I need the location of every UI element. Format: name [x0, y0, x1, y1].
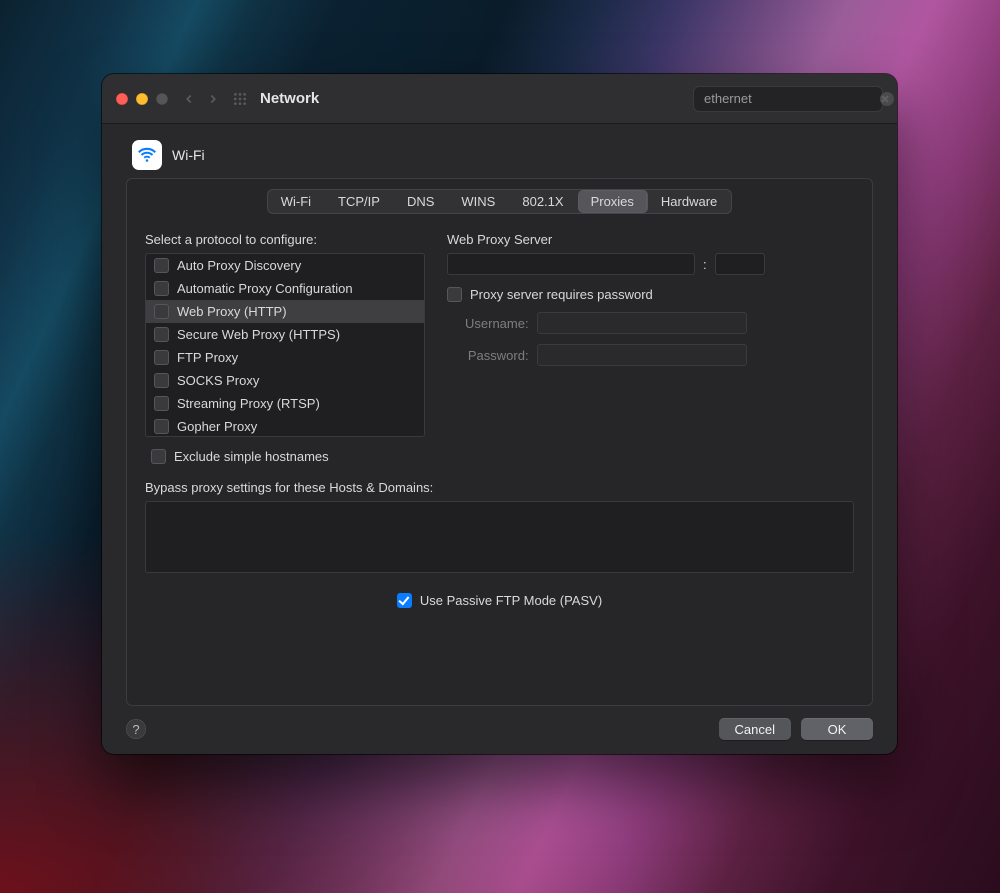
content-area: Wi-Fi Wi-FiTCP/IPDNSWINS802.1XProxiesHar… [102, 124, 897, 754]
interface-header: Wi-Fi [126, 140, 873, 170]
protocol-checkbox[interactable] [154, 258, 169, 273]
dialog-footer: ? Cancel OK [126, 718, 873, 740]
protocol-checkbox[interactable] [154, 350, 169, 365]
chevron-right-icon [206, 92, 220, 106]
pasv-label: Use Passive FTP Mode (PASV) [420, 593, 602, 608]
tab-tcp-ip[interactable]: TCP/IP [325, 190, 394, 213]
protocol-row[interactable]: SOCKS Proxy [146, 369, 424, 392]
proxy-port-input[interactable] [715, 253, 765, 275]
proxies-columns: Select a protocol to configure: Auto Pro… [145, 232, 854, 464]
grid-icon [232, 91, 248, 107]
proxy-details-column: Web Proxy Server : Proxy server requires… [447, 232, 854, 464]
protocol-checkbox[interactable] [154, 373, 169, 388]
clear-search-button[interactable] [880, 92, 894, 106]
requires-password-checkbox[interactable] [447, 287, 462, 302]
requires-password-label: Proxy server requires password [470, 287, 653, 302]
search-input[interactable] [704, 91, 880, 106]
username-label: Username: [465, 316, 529, 331]
protocol-label: Secure Web Proxy (HTTPS) [177, 327, 340, 342]
tab-wi-fi[interactable]: Wi-Fi [268, 190, 325, 213]
protocol-row[interactable]: Secure Web Proxy (HTTPS) [146, 323, 424, 346]
x-icon [880, 92, 890, 106]
window-title: Network [260, 90, 319, 107]
protocol-column: Select a protocol to configure: Auto Pro… [145, 232, 425, 464]
tab-wins[interactable]: WINS [448, 190, 509, 213]
protocol-label: FTP Proxy [177, 350, 238, 365]
protocol-list[interactable]: Auto Proxy Discovery Automatic Proxy Conf… [145, 253, 425, 437]
protocol-checkbox[interactable] [154, 419, 169, 434]
protocol-row[interactable]: Web Proxy (HTTP) [146, 300, 424, 323]
nav-arrows [182, 92, 220, 106]
proxy-server-label: Web Proxy Server [447, 232, 854, 247]
back-button[interactable] [182, 92, 196, 106]
protocol-label: Streaming Proxy (RTSP) [177, 396, 320, 411]
ok-button[interactable]: OK [801, 718, 873, 740]
requires-password-row[interactable]: Proxy server requires password [447, 287, 854, 302]
tab-proxies[interactable]: Proxies [578, 190, 648, 213]
protocol-label: SOCKS Proxy [177, 373, 259, 388]
protocol-checkbox[interactable] [154, 396, 169, 411]
tab-hardware[interactable]: Hardware [648, 190, 731, 213]
wifi-glyph-icon [136, 144, 158, 166]
tab-dns[interactable]: DNS [394, 190, 448, 213]
show-all-button[interactable] [232, 91, 248, 107]
tab-802-1x[interactable]: 802.1X [509, 190, 577, 213]
protocol-label: Web Proxy (HTTP) [177, 304, 287, 319]
host-port-separator: : [701, 257, 709, 272]
protocol-label: Automatic Proxy Configuration [177, 281, 353, 296]
settings-panel: Wi-FiTCP/IPDNSWINS802.1XProxiesHardware … [126, 178, 873, 706]
exclude-hostnames-checkbox[interactable] [151, 449, 166, 464]
exclude-hostnames-row[interactable]: Exclude simple hostnames [151, 449, 425, 464]
select-protocol-label: Select a protocol to configure: [145, 232, 425, 247]
proxy-server-row: : [447, 253, 854, 275]
protocol-checkbox[interactable] [154, 327, 169, 342]
bypass-label: Bypass proxy settings for these Hosts & … [145, 480, 854, 495]
exclude-hostnames-label: Exclude simple hostnames [174, 449, 329, 464]
protocol-row[interactable]: Gopher Proxy [146, 415, 424, 437]
close-window-button[interactable] [116, 93, 128, 105]
forward-button[interactable] [206, 92, 220, 106]
protocol-row[interactable]: Automatic Proxy Configuration [146, 277, 424, 300]
zoom-window-button [156, 93, 168, 105]
pasv-checkbox[interactable] [397, 593, 412, 608]
password-input[interactable] [537, 344, 747, 366]
settings-tabs: Wi-FiTCP/IPDNSWINS802.1XProxiesHardware [267, 189, 733, 214]
titlebar: Network [102, 74, 897, 124]
protocol-label: Gopher Proxy [177, 419, 257, 434]
protocol-checkbox[interactable] [154, 281, 169, 296]
proxy-host-input[interactable] [447, 253, 695, 275]
protocol-row[interactable]: FTP Proxy [146, 346, 424, 369]
cancel-button[interactable]: Cancel [719, 718, 791, 740]
protocol-checkbox[interactable] [154, 304, 169, 319]
pasv-row[interactable]: Use Passive FTP Mode (PASV) [145, 593, 854, 608]
username-input[interactable] [537, 312, 747, 334]
credentials-grid: Username: Password: [465, 312, 854, 366]
protocol-label: Auto Proxy Discovery [177, 258, 301, 273]
protocol-row[interactable]: Streaming Proxy (RTSP) [146, 392, 424, 415]
window-controls [116, 93, 168, 105]
minimize-window-button[interactable] [136, 93, 148, 105]
search-field[interactable] [693, 86, 883, 112]
password-label: Password: [465, 348, 529, 363]
help-button[interactable]: ? [126, 719, 146, 739]
bypass-textarea[interactable] [145, 501, 854, 573]
protocol-row[interactable]: Auto Proxy Discovery [146, 254, 424, 277]
preferences-window: Network Wi-Fi Wi-FiTCP/IPDNSWINS [102, 74, 897, 754]
interface-name: Wi-Fi [172, 147, 205, 163]
wifi-icon [132, 140, 162, 170]
chevron-left-icon [182, 92, 196, 106]
